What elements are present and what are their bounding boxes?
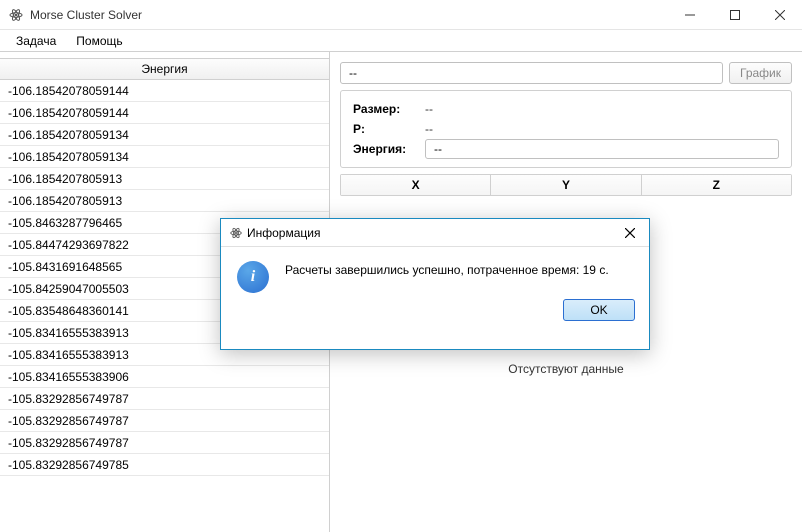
size-row: Размер: -- — [353, 99, 779, 119]
energy-column-header: Энергия — [0, 58, 329, 80]
dialog-titlebar: Информация — [221, 219, 649, 247]
graph-button[interactable]: График — [729, 62, 792, 84]
energy-row: Энергия: — [353, 139, 779, 159]
dialog-footer: OK — [221, 299, 649, 331]
info-icon: i — [237, 261, 269, 293]
col-z: Z — [642, 175, 791, 195]
dialog-close-button[interactable] — [611, 219, 649, 247]
dialog-app-icon — [229, 226, 243, 240]
minimize-button[interactable] — [667, 0, 712, 30]
app-icon — [8, 7, 24, 23]
table-row[interactable]: -106.18542078059144 — [0, 102, 329, 124]
xyz-header: X Y Z — [340, 174, 792, 196]
table-row[interactable]: -105.83292856749787 — [0, 432, 329, 454]
table-row[interactable]: -105.83416555383906 — [0, 366, 329, 388]
info-block: Размер: -- P: -- Энергия: — [340, 90, 792, 168]
size-value: -- — [425, 102, 433, 116]
table-row[interactable]: -106.18542078059134 — [0, 124, 329, 146]
window-title: Morse Cluster Solver — [30, 8, 142, 22]
search-input[interactable] — [340, 62, 723, 84]
energy-label: Энергия: — [353, 142, 425, 156]
energy-field[interactable] — [425, 139, 779, 159]
titlebar: Morse Cluster Solver — [0, 0, 802, 30]
info-dialog: Информация i Расчеты завершились успешно… — [220, 218, 650, 350]
table-row[interactable]: -105.83292856749787 — [0, 410, 329, 432]
close-button[interactable] — [757, 0, 802, 30]
dialog-body: i Расчеты завершились успешно, потраченн… — [221, 247, 649, 299]
table-row[interactable]: -106.18542078059134 — [0, 146, 329, 168]
table-row[interactable]: -105.83292856749787 — [0, 388, 329, 410]
col-x: X — [341, 175, 491, 195]
top-row: График — [340, 62, 792, 84]
window-controls — [667, 0, 802, 30]
table-row[interactable]: -106.1854207805913 — [0, 190, 329, 212]
table-row[interactable]: -106.1854207805913 — [0, 168, 329, 190]
size-label: Размер: — [353, 102, 425, 116]
menu-help[interactable]: Помощь — [68, 32, 130, 50]
p-label: P: — [353, 122, 425, 136]
table-row[interactable]: -106.18542078059144 — [0, 80, 329, 102]
menubar: Задача Помощь — [0, 30, 802, 52]
ok-button[interactable]: OK — [563, 299, 635, 321]
table-row[interactable]: -105.83292856749785 — [0, 454, 329, 476]
dialog-message: Расчеты завершились успешно, потраченное… — [285, 261, 609, 293]
p-row: P: -- — [353, 119, 779, 139]
no-data-label: Отсутствуют данные — [340, 362, 792, 376]
col-y: Y — [491, 175, 641, 195]
maximize-button[interactable] — [712, 0, 757, 30]
dialog-title: Информация — [247, 226, 320, 240]
p-value: -- — [425, 122, 433, 136]
menu-task[interactable]: Задача — [8, 32, 64, 50]
